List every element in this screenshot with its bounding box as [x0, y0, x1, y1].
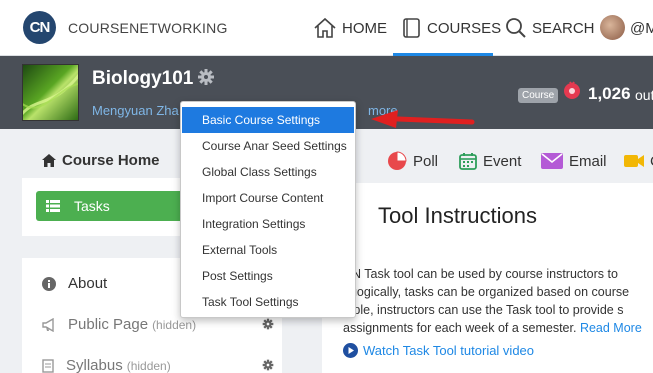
- search-icon: [506, 18, 526, 38]
- tasks-label: Tasks: [74, 198, 110, 214]
- gear-icon: [198, 69, 214, 85]
- tool-instructions-text: CN Task tool can be used by course instr…: [343, 265, 653, 337]
- list-icon: [46, 200, 60, 212]
- pie-chart-icon: [388, 151, 407, 170]
- tutorial-video-label: Watch Task Tool tutorial video: [363, 343, 535, 358]
- course-home-label: Course Home: [62, 152, 160, 169]
- instructions-line-last: assignments for each week of a semester.…: [343, 319, 653, 337]
- user-handle[interactable]: @M: [630, 20, 653, 37]
- anar-seed-icon: [562, 80, 582, 105]
- hidden-tag: (hidden): [152, 318, 197, 332]
- avatar[interactable]: [600, 15, 625, 40]
- nav-courses-label: COURSES: [427, 19, 502, 37]
- course-settings-dropdown: Basic Course Settings Course Anar Seed S…: [180, 101, 356, 318]
- brand-name[interactable]: COURSENETWORKING: [68, 20, 228, 36]
- nav-courses[interactable]: COURSES: [402, 13, 501, 43]
- menu-item-global-class-settings[interactable]: Global Class Settings: [182, 159, 354, 185]
- sidebar-item-label: Public Page: [68, 316, 149, 333]
- syllabus-settings[interactable]: [262, 358, 274, 373]
- sidebar-item-syllabus[interactable]: Syllabus (hidden): [42, 357, 171, 373]
- video-camera-icon: [624, 155, 644, 167]
- sidebar-item-public-page[interactable]: Public Page (hidden): [42, 316, 196, 333]
- sidebar-item-label: About: [68, 275, 108, 292]
- tool-email-label: Email: [569, 152, 607, 170]
- nav-search-label: SEARCH: [532, 19, 595, 37]
- menu-item-post-settings[interactable]: Post Settings: [182, 263, 354, 289]
- home-icon: [42, 154, 56, 167]
- instructions-line-text: assignments for each week of a semester.: [343, 321, 577, 335]
- tasks-button[interactable]: Tasks: [36, 191, 186, 221]
- top-navigation: CN COURSENETWORKING HOME COURSES SEARCH …: [0, 0, 653, 56]
- course-settings-gear[interactable]: [197, 68, 215, 91]
- play-circle-icon: [343, 343, 358, 358]
- gear-icon: [262, 318, 274, 330]
- nav-home[interactable]: HOME: [313, 13, 387, 43]
- document-icon: [42, 358, 54, 373]
- menu-item-external-tools[interactable]: External Tools: [182, 237, 354, 263]
- course-home-link[interactable]: Course Home: [42, 152, 160, 169]
- coursenetworking-logo[interactable]: CN: [23, 11, 56, 44]
- sidebar-item-label: Syllabus: [66, 357, 123, 373]
- book-icon: [403, 18, 420, 38]
- instructions-line: mple, instructors can use the Task tool …: [343, 303, 624, 317]
- course-points-suffix: out: [635, 87, 653, 103]
- tool-video[interactable]: C: [624, 150, 653, 172]
- menu-item-task-tool-settings[interactable]: Task Tool Settings: [182, 289, 354, 315]
- read-more-link[interactable]: Read More: [580, 321, 642, 335]
- sidebar-item-about[interactable]: About: [42, 275, 107, 292]
- menu-item-basic-course-settings[interactable]: Basic Course Settings: [182, 107, 354, 133]
- nav-home-label: HOME: [342, 19, 387, 37]
- tool-event[interactable]: Event: [459, 150, 521, 172]
- tool-event-label: Event: [483, 152, 522, 170]
- bullhorn-icon: [42, 317, 54, 332]
- gear-icon: [262, 359, 274, 371]
- course-points: 1,026: [588, 84, 631, 103]
- hidden-tag: (hidden): [126, 359, 171, 373]
- nav-search[interactable]: SEARCH: [505, 13, 595, 43]
- instructor-name[interactable]: Mengyuan Zha: [92, 103, 179, 118]
- tool-poll-label: Poll: [413, 152, 439, 170]
- menu-item-course-anar-seed-settings[interactable]: Course Anar Seed Settings: [182, 133, 354, 159]
- instructions-line: agogically, tasks can be organized based…: [343, 285, 630, 299]
- tool-email[interactable]: Email: [541, 150, 607, 172]
- menu-item-integration-settings[interactable]: Integration Settings: [182, 211, 354, 237]
- tutorial-video-link[interactable]: Watch Task Tool tutorial video: [343, 343, 534, 358]
- envelope-icon: [541, 153, 563, 169]
- info-icon: [42, 276, 56, 291]
- instructions-line: CN Task tool can be used by course instr…: [343, 267, 618, 281]
- course-title: Biology101: [92, 68, 194, 89]
- course-badge: Course: [518, 88, 559, 103]
- dna-image: [23, 73, 78, 116]
- public-page-settings[interactable]: [262, 317, 274, 335]
- course-thumbnail: [22, 64, 79, 121]
- tool-instructions-title: Tool Instructions: [378, 203, 537, 228]
- home-icon: [314, 17, 336, 38]
- calendar-icon: [459, 153, 477, 170]
- tool-poll[interactable]: Poll: [387, 150, 438, 172]
- menu-item-import-course-content[interactable]: Import Course Content: [182, 185, 354, 211]
- red-arrow-annotation: [371, 110, 475, 128]
